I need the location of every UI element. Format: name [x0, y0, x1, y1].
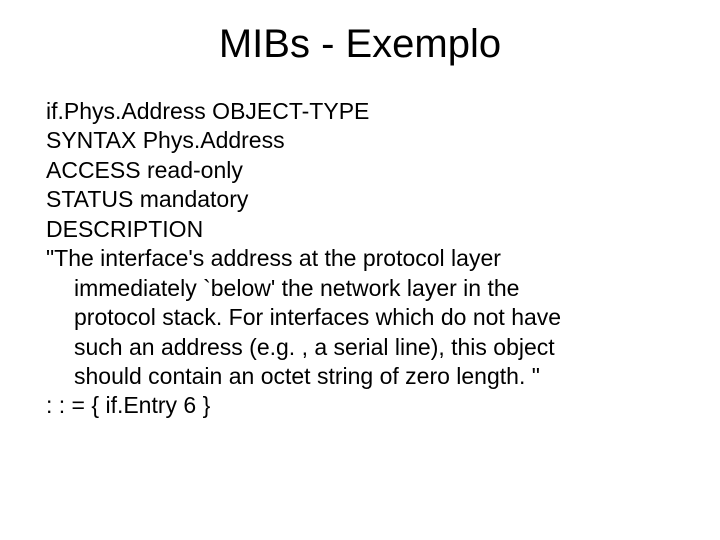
- mib-line-6: "The interface's address at the protocol…: [46, 244, 660, 273]
- mib-line-11: : : = { if.Entry 6 }: [46, 391, 660, 420]
- mib-line-5: DESCRIPTION: [46, 215, 660, 244]
- mib-line-10: should contain an octet string of zero l…: [46, 362, 660, 391]
- mib-line-7: immediately `below' the network layer in…: [46, 274, 660, 303]
- slide-title: MIBs - Exemplo: [0, 0, 720, 97]
- mib-line-4: STATUS mandatory: [46, 185, 660, 214]
- mib-line-8: protocol stack. For interfaces which do …: [46, 303, 660, 332]
- mib-line-9: such an address (e.g. , a serial line), …: [46, 333, 660, 362]
- slide-body: if.Phys.Address OBJECT-TYPE SYNTAX Phys.…: [0, 97, 720, 421]
- mib-line-2: SYNTAX Phys.Address: [46, 126, 660, 155]
- mib-line-1: if.Phys.Address OBJECT-TYPE: [46, 97, 660, 126]
- slide: MIBs - Exemplo if.Phys.Address OBJECT-TY…: [0, 0, 720, 540]
- mib-line-3: ACCESS read-only: [46, 156, 660, 185]
